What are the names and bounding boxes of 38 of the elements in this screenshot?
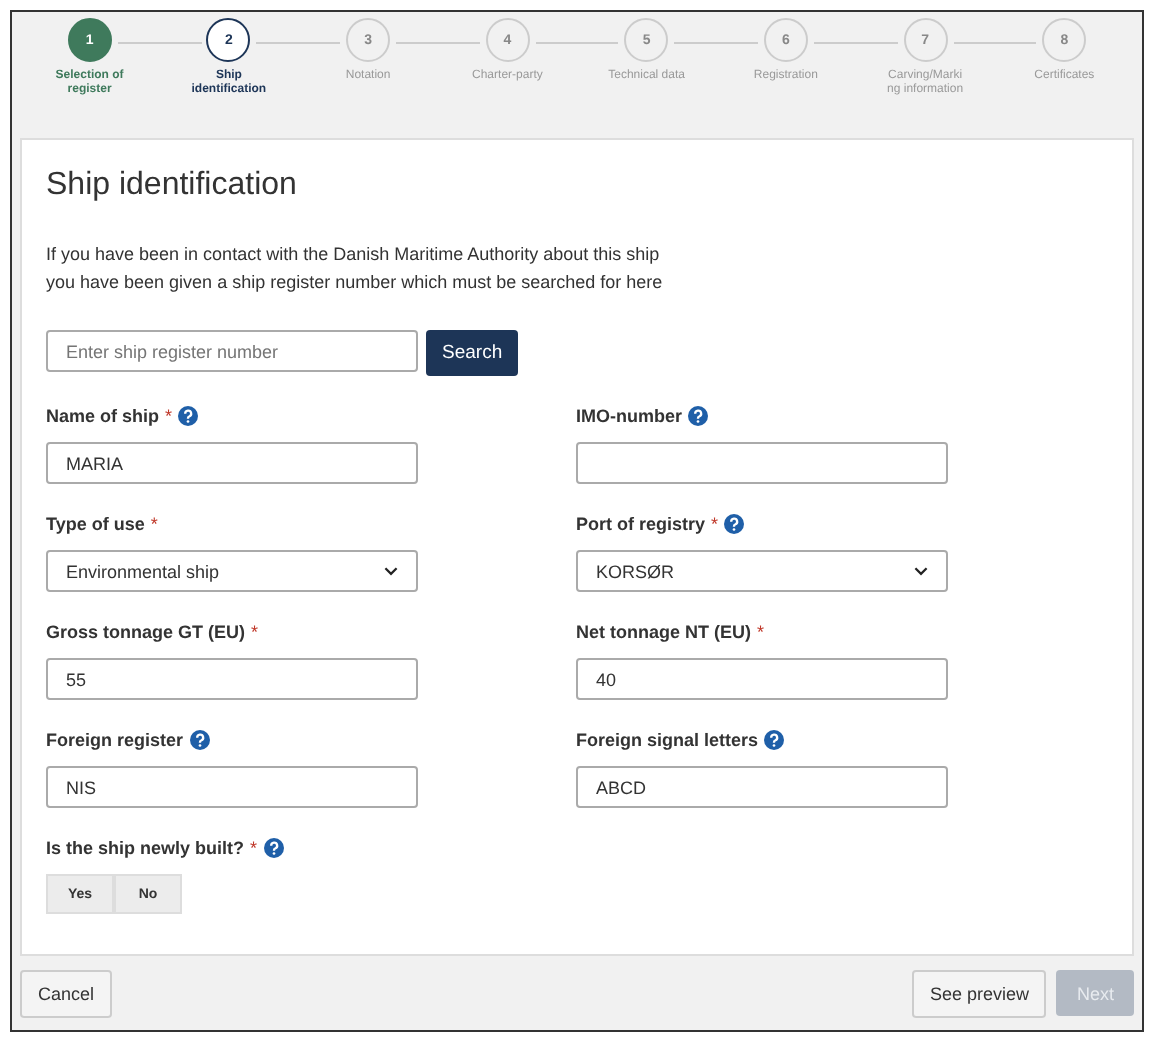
required-asterisk: * xyxy=(251,622,259,642)
intro-text: you have been given a ship register number which must be searched for here xyxy=(46,270,665,296)
required-asterisk: * xyxy=(150,514,158,534)
chevron-down-icon xyxy=(384,566,398,576)
field-label: IMO-number xyxy=(576,406,682,426)
text-field[interactable] xyxy=(576,442,948,484)
required-asterisk: * xyxy=(250,838,258,858)
chevron-down-icon xyxy=(914,566,928,576)
text-field[interactable]: MARIA xyxy=(46,442,418,484)
required-asterisk: * xyxy=(165,406,173,426)
field-label: Port of registry xyxy=(576,514,706,534)
cancel-button[interactable]: Cancel xyxy=(20,970,113,1018)
required-asterisk: * xyxy=(711,514,719,534)
intro-text: If you have been in contact with the Danish Maritime Authority about this ship xyxy=(46,242,662,268)
search-button[interactable]: Search xyxy=(426,330,519,376)
field-label: Is the ship newly built? xyxy=(46,838,245,858)
text-field[interactable]: NIS xyxy=(46,766,418,808)
text-field[interactable]: ABCD xyxy=(576,766,948,808)
field-label: Gross tonnage GT (EU) xyxy=(46,622,246,642)
dropdown[interactable]: KORSØR xyxy=(576,550,948,592)
help-icon[interactable] xyxy=(178,406,199,426)
text-field[interactable]: 40 xyxy=(576,658,948,700)
help-icon[interactable] xyxy=(724,514,745,534)
field-label: Type of use xyxy=(46,514,145,534)
page-title: Ship identification xyxy=(46,168,299,204)
register-number-field[interactable]: Enter ship register number xyxy=(46,330,418,372)
help-icon[interactable] xyxy=(764,730,785,750)
required-asterisk: * xyxy=(757,622,765,642)
field-label: Foreign register xyxy=(46,730,184,750)
dropdown[interactable]: Environmental ship xyxy=(46,550,418,592)
help-icon[interactable] xyxy=(263,838,284,858)
field-label: Foreign signal letters xyxy=(576,730,759,750)
help-icon[interactable] xyxy=(688,406,708,426)
field-label: Name of ship xyxy=(46,406,160,426)
text-field[interactable]: 55 xyxy=(46,658,418,700)
help-icon[interactable] xyxy=(189,730,210,750)
field-label: Net tonnage NT (EU) xyxy=(576,622,751,642)
preview-button[interactable]: See preview xyxy=(911,970,1047,1018)
